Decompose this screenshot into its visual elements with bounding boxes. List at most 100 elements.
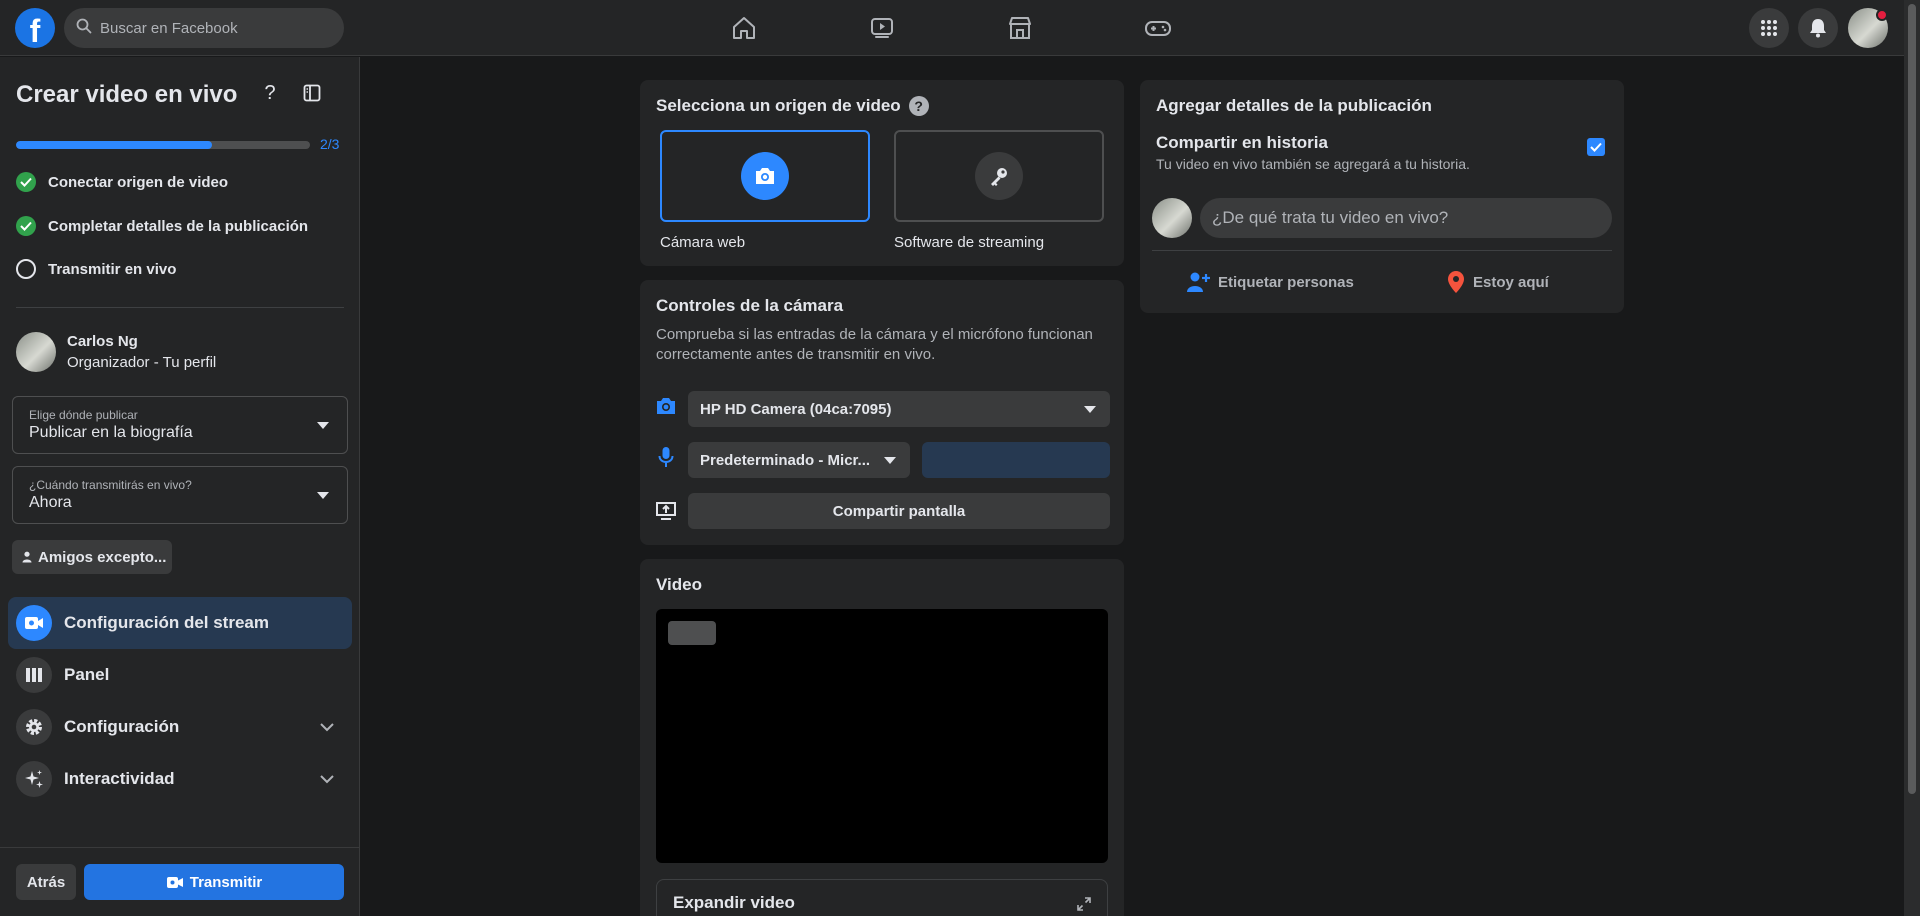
microphone-select[interactable]: Predeterminado - Micr... xyxy=(688,442,910,478)
video-preview[interactable] xyxy=(656,609,1108,863)
back-button[interactable]: Atrás xyxy=(16,864,76,900)
select-label: Elige dónde publicar xyxy=(29,408,138,422)
profile-avatar[interactable] xyxy=(16,332,56,372)
video-camera-icon xyxy=(16,605,52,641)
notification-dot xyxy=(1876,9,1888,21)
post-details-title: Agregar detalles de la publicación xyxy=(1156,96,1432,115)
select-value: Ahora xyxy=(29,494,72,511)
tag-people-icon xyxy=(1186,271,1218,293)
caret-down-icon xyxy=(317,492,329,499)
menu-item-label: Interactividad xyxy=(64,769,175,788)
check-circle-icon xyxy=(16,216,36,236)
audience-button[interactable]: Amigos excepto... xyxy=(12,540,172,574)
select-label: ¿Cuándo transmitirás en vivo? xyxy=(29,478,192,492)
video-source-card: Selecciona un origen de video ? Cámara w… xyxy=(640,80,1124,266)
camera-controls-title: Controles de la cámara xyxy=(656,296,844,315)
search-bar[interactable] xyxy=(64,8,344,48)
person-icon xyxy=(22,551,32,563)
share-screen-button[interactable]: Compartir pantalla xyxy=(688,493,1110,529)
home-icon[interactable] xyxy=(728,12,760,44)
step-go-live: Transmitir en vivo xyxy=(16,258,176,280)
scrollbar-thumb[interactable] xyxy=(1908,4,1916,794)
source-option-label[interactable]: Cámara web xyxy=(660,234,745,251)
camera-select[interactable]: HP HD Camera (04ca:7095) xyxy=(688,391,1110,427)
help-circle-icon[interactable]: ? xyxy=(908,96,929,116)
profile-name[interactable]: Carlos Ng xyxy=(67,333,138,350)
check-in-label: Estoy aquí xyxy=(1473,273,1549,291)
go-live-button[interactable]: Transmitir xyxy=(84,864,344,900)
chevron-down-icon[interactable] xyxy=(320,719,334,736)
gear-icon xyxy=(16,709,52,745)
video-card-title: Video xyxy=(656,575,702,594)
marketplace-icon[interactable] xyxy=(1004,12,1036,44)
empty-circle-icon xyxy=(16,259,36,279)
progress-bar-fill xyxy=(16,141,213,149)
step-label: Transmitir en vivo xyxy=(48,260,177,278)
video-camera-icon xyxy=(166,876,184,889)
menu-item-stream-settings[interactable]: Configuración del stream xyxy=(8,597,352,649)
microphone-level-meter xyxy=(922,442,1110,478)
tag-people-button[interactable]: Etiquetar personas xyxy=(1186,264,1354,300)
source-option-webcam[interactable] xyxy=(660,130,870,222)
caret-down-icon xyxy=(1084,406,1096,413)
facebook-logo[interactable]: f xyxy=(15,8,55,48)
screen-share-icon xyxy=(654,499,678,523)
panel-icon xyxy=(16,657,52,693)
menu-item-label: Panel xyxy=(64,665,110,684)
share-story-checkbox[interactable] xyxy=(1587,138,1605,156)
step-connect-source: Conectar origen de video xyxy=(16,171,228,193)
notifications-bell-icon[interactable] xyxy=(1798,8,1838,48)
divider xyxy=(1152,250,1612,251)
camera-icon xyxy=(654,394,678,418)
menu-item-label: Configuración del stream xyxy=(64,613,269,632)
step-label: Conectar origen de video xyxy=(48,173,229,191)
card-title: Selecciona un origen de video ? xyxy=(656,96,929,116)
gaming-icon[interactable] xyxy=(1142,12,1174,44)
caret-down-icon xyxy=(317,422,329,429)
search-input[interactable] xyxy=(100,19,320,37)
collapse-panel-icon[interactable] xyxy=(298,79,326,107)
profile-subtitle: Organizador - Tu perfil xyxy=(67,354,217,371)
select-value: Publicar en la biografía xyxy=(29,424,193,441)
help-icon[interactable]: ? xyxy=(256,79,284,107)
post-description-input[interactable] xyxy=(1200,198,1612,238)
key-icon xyxy=(975,152,1023,200)
menu-item-interactivity[interactable]: Interactividad xyxy=(8,753,352,805)
share-story-title: Compartir en historia xyxy=(1156,133,1328,152)
expand-arrows-icon xyxy=(1077,896,1091,916)
top-navigation-bar: f xyxy=(0,0,1904,56)
preview-badge xyxy=(668,621,716,645)
tag-people-label: Etiquetar personas xyxy=(1218,273,1354,291)
step-label: Completar detalles de la publicación xyxy=(48,217,309,235)
menu-item-settings[interactable]: Configuración xyxy=(8,701,352,753)
camera-select-value: HP HD Camera (04ca:7095) xyxy=(700,400,892,418)
camera-controls-card: Controles de la cámara Comprueba si las … xyxy=(640,280,1124,545)
page-title: Crear video en vivo xyxy=(16,81,238,108)
post-details-card: Agregar detalles de la publicación Compa… xyxy=(1140,80,1624,313)
microphone-select-value: Predeterminado - Micr... xyxy=(700,451,871,469)
watch-icon[interactable] xyxy=(866,12,898,44)
step-complete-details: Completar detalles de la publicación xyxy=(16,215,308,237)
publish-when-select[interactable]: ¿Cuándo transmitirás en vivo? Ahora xyxy=(12,466,348,524)
menu-grid-icon[interactable] xyxy=(1749,8,1789,48)
expand-video-label: Expandir video xyxy=(673,893,795,912)
left-sidebar: Crear video en vivo ? 2/3 Conectar orige… xyxy=(0,57,360,916)
video-preview-card: Video Expandir video xyxy=(640,559,1124,916)
menu-item-label: Configuración xyxy=(64,717,180,736)
location-pin-icon xyxy=(1447,270,1473,294)
search-icon xyxy=(76,18,92,38)
source-option-streaming-software[interactable] xyxy=(894,130,1104,222)
microphone-icon xyxy=(654,445,678,469)
camera-icon xyxy=(741,152,789,200)
source-option-label[interactable]: Software de streaming xyxy=(894,234,1044,251)
audience-label: Amigos excepto... xyxy=(38,548,167,566)
expand-video-button[interactable]: Expandir video xyxy=(656,879,1108,916)
progress-label: 2/3 xyxy=(320,136,340,152)
share-story-description: Tu video en vivo también se agregará a t… xyxy=(1156,156,1470,172)
go-live-label: Transmitir xyxy=(189,873,263,891)
publish-where-select[interactable]: Elige dónde publicar Publicar en la biog… xyxy=(12,396,348,454)
check-in-button[interactable]: Estoy aquí xyxy=(1447,264,1549,300)
menu-item-panel[interactable]: Panel xyxy=(8,649,352,701)
caret-down-icon xyxy=(884,457,896,464)
chevron-down-icon[interactable] xyxy=(320,771,334,788)
